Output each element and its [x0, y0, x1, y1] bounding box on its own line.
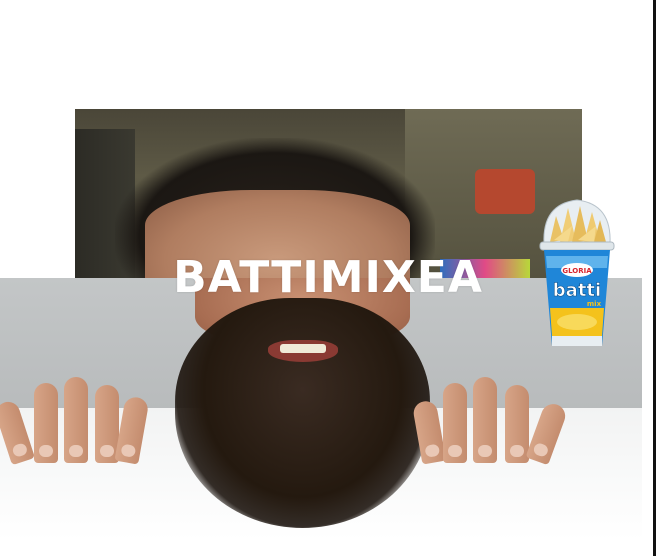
shelf-object: [475, 169, 535, 214]
left-hand: [0, 373, 150, 466]
finger: [114, 395, 150, 465]
finger: [34, 383, 58, 463]
finger: [64, 377, 88, 463]
right-hand: [411, 373, 569, 466]
batti-mix-cup: GLORIA batti mix: [539, 199, 615, 346]
finger: [443, 383, 467, 463]
brand-label: GLORIA: [562, 267, 592, 275]
teeth: [280, 344, 326, 353]
finger: [505, 385, 529, 463]
beard: [175, 298, 430, 528]
finger: [525, 400, 569, 466]
ad-canvas: BATTIMIXEA GLORIA batti mix: [0, 0, 656, 556]
product-sub-label: mix: [587, 300, 602, 308]
finger: [0, 398, 35, 466]
finger: [411, 399, 447, 465]
finger: [473, 377, 497, 463]
product-name-label: batti: [553, 280, 601, 301]
